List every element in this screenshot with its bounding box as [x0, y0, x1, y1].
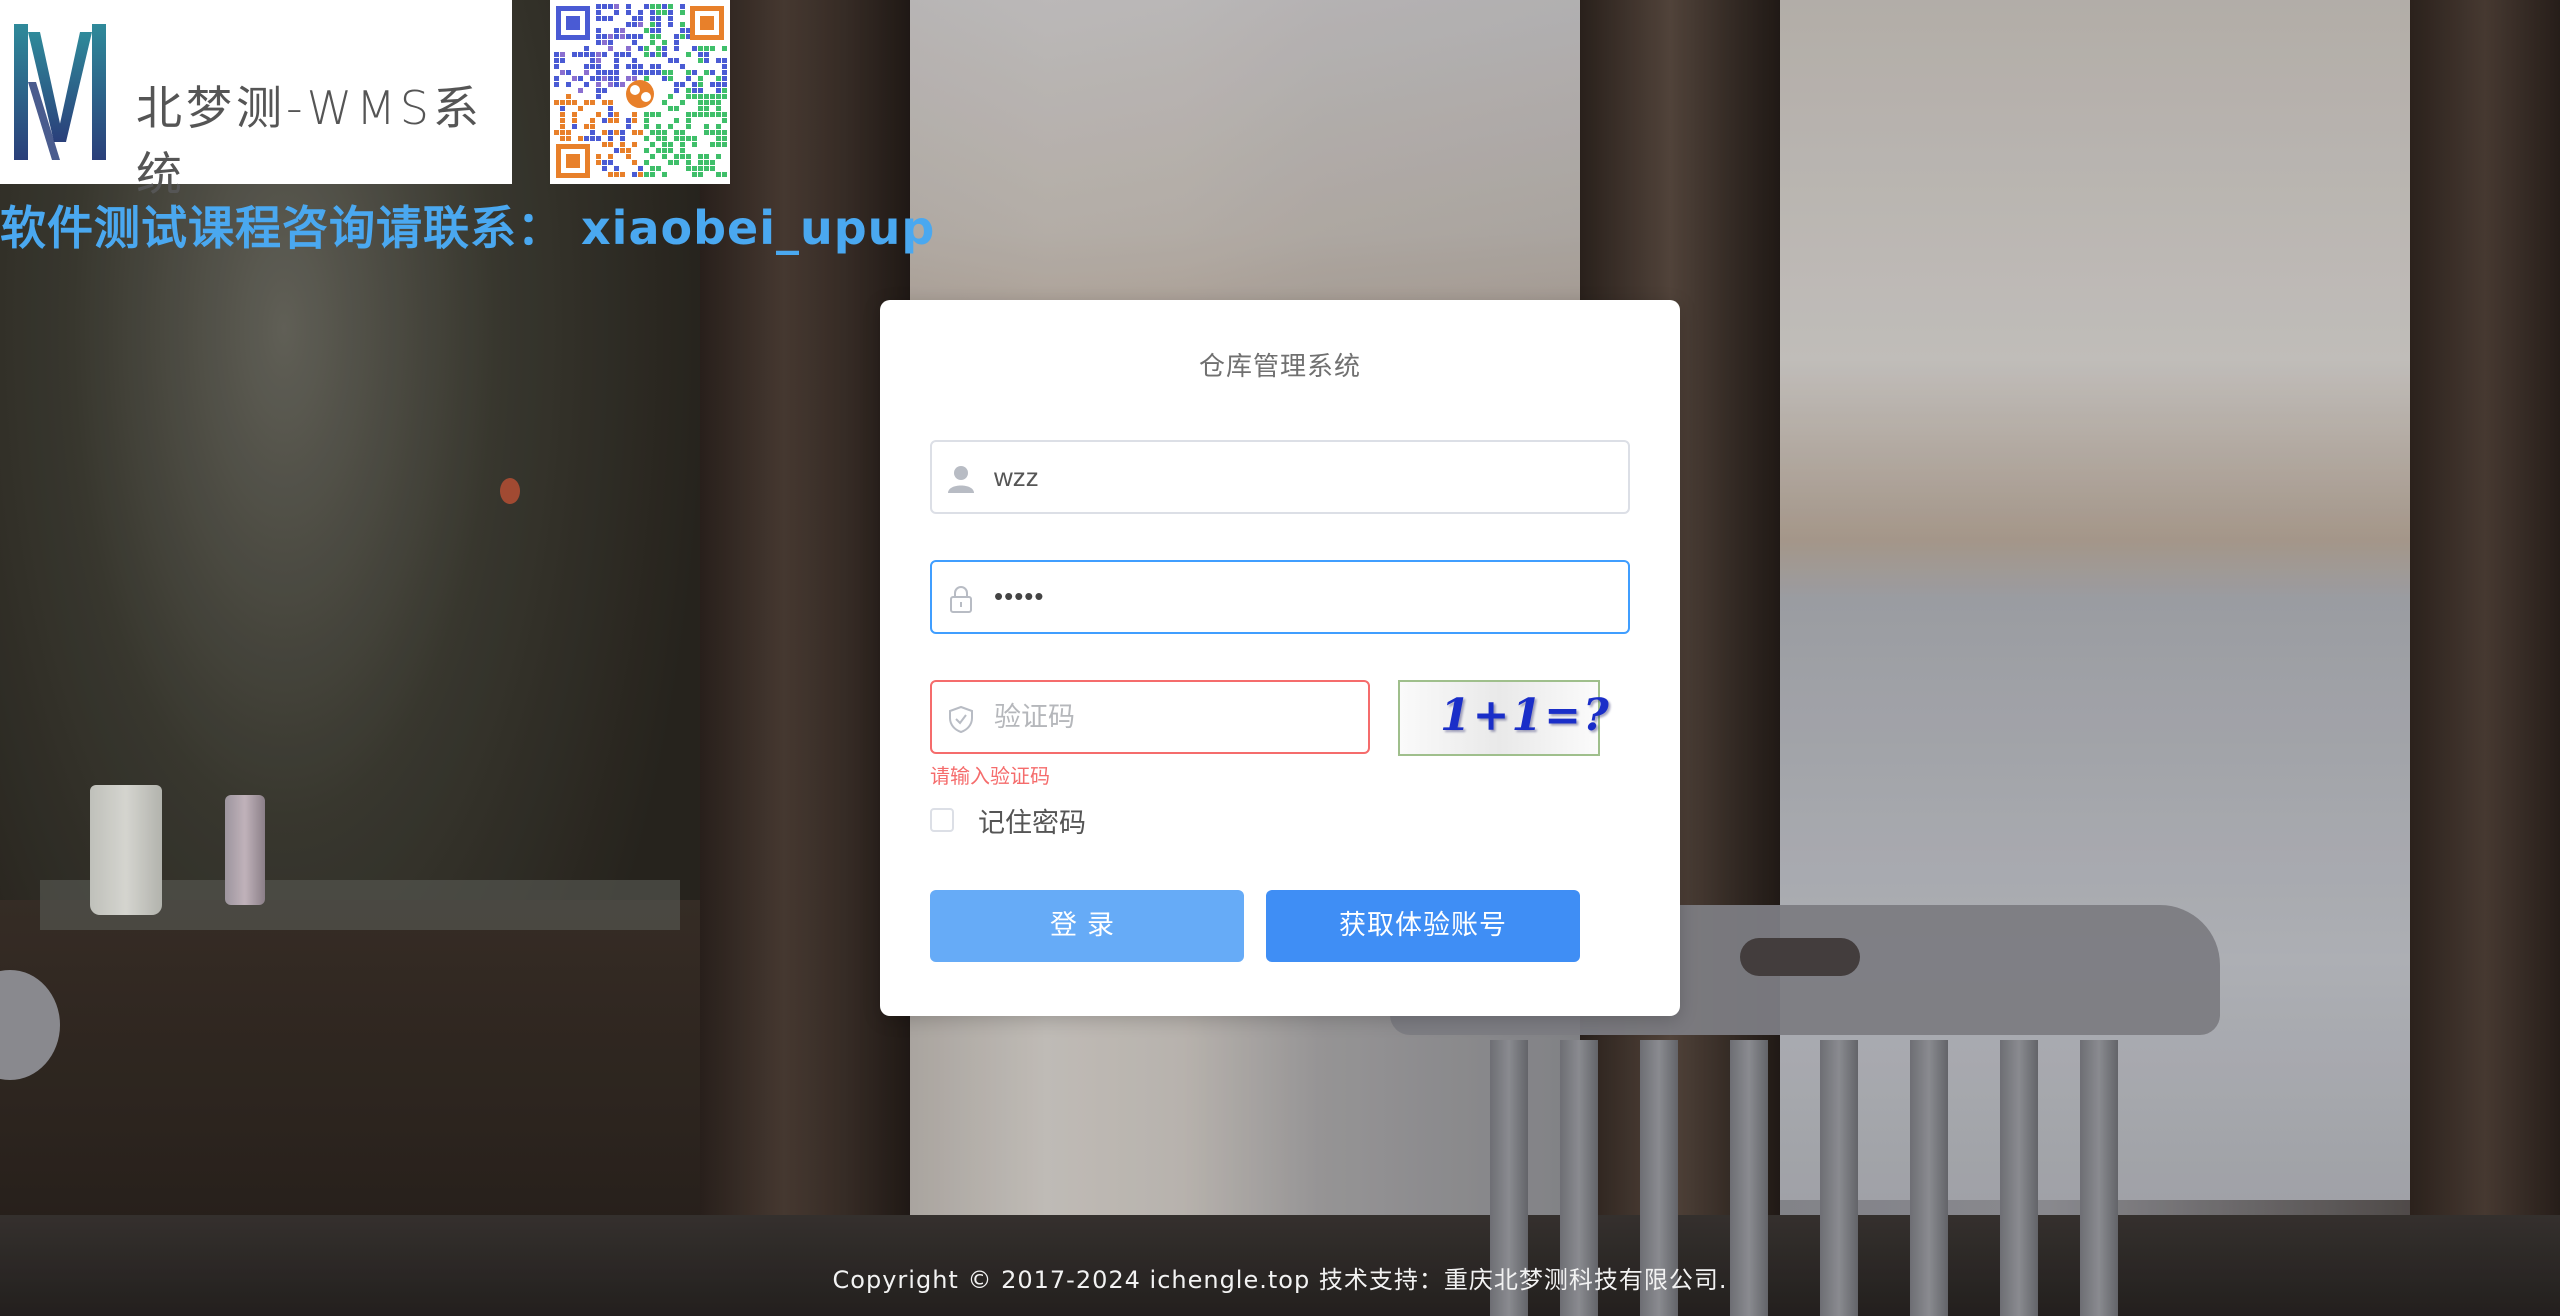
m-logo-icon: [14, 24, 106, 160]
footer-copyright: Copyright © 2017-2024 ichengle.top 技术支持：…: [832, 1266, 1728, 1294]
password-field[interactable]: •••••: [930, 560, 1630, 634]
password-value: •••••: [994, 581, 1045, 611]
captcha-image[interactable]: 1+1=?: [1398, 680, 1609, 756]
login-button[interactable]: 登录: [930, 890, 1244, 962]
brand-logo: 北梦测-WMS系统: [0, 0, 512, 201]
username-field[interactable]: wzz: [930, 440, 1630, 514]
captcha-error-message: 请输入验证码: [930, 764, 1050, 788]
remember-label[interactable]: 记住密码: [978, 801, 1086, 840]
lock-icon: [950, 586, 972, 613]
username-value: wzz: [994, 462, 1039, 492]
wechat-qr-code: [550, 0, 730, 184]
brand-name: 北梦测-WMS系统: [136, 81, 483, 201]
captcha-field[interactable]: 验证码: [930, 680, 1370, 754]
user-icon: [948, 466, 974, 493]
captcha-placeholder: 验证码: [994, 702, 1075, 732]
login-title: 仓库管理系统: [1198, 352, 1361, 382]
remember-checkbox[interactable]: [930, 808, 954, 832]
contact-info: 软件测试课程咨询请联系： xiaobei_upup: [0, 201, 936, 255]
captcha-image-text: 1+1=?: [1440, 690, 1611, 741]
login-card: 仓库管理系统 wzz ••••• 验证码 1+1=? 请输入验证码 记住密码 登…: [880, 300, 1680, 1016]
shield-check-icon: [949, 705, 973, 734]
remember-password[interactable]: 记住密码: [930, 801, 1086, 840]
get-trial-account-button[interactable]: 获取体验账号: [1266, 890, 1580, 962]
